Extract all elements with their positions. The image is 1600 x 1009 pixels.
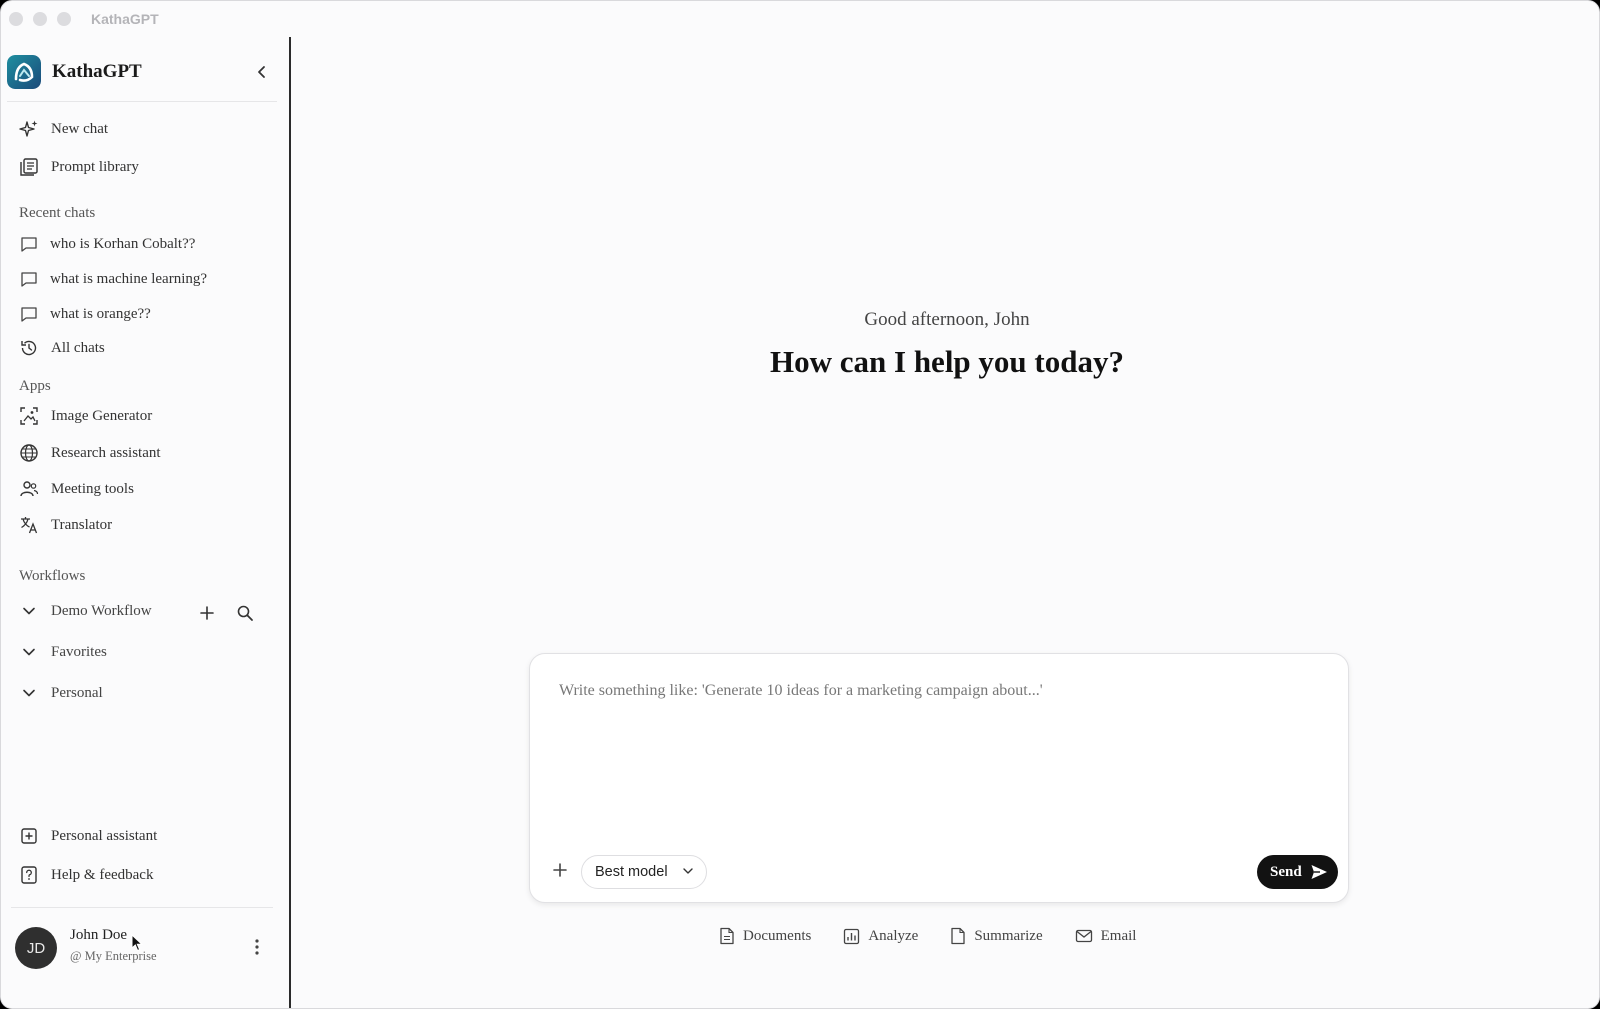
workflow-folder-label: Personal [51,684,103,701]
minimize-window-button[interactable] [33,12,47,26]
personal-assistant-label: Personal assistant [51,827,158,844]
help-icon [19,865,39,885]
chart-icon [843,928,860,945]
app-meeting-tools[interactable]: Meeting tools [19,477,269,501]
send-label: Send [1270,863,1302,880]
chat-bubble-icon [19,234,39,254]
workflow-folder-personal[interactable]: Personal [19,681,269,705]
collapse-sidebar-button[interactable] [251,61,273,83]
recent-chat-item[interactable]: what is machine learning? [19,267,269,291]
main-area: Good afternoon, John How can I help you … [293,37,1599,1008]
avatar: JD [15,927,57,969]
divider [11,907,273,908]
new-chat-label: New chat [51,120,109,137]
model-select-value: Best model [595,864,668,880]
apps-heading: Apps [19,378,51,394]
help-feedback-button[interactable]: Help & feedback [19,863,269,887]
workflow-folder-demo[interactable]: Demo Workflow [19,599,269,623]
document-icon [719,927,735,945]
app-label: Image Generator [51,407,153,424]
all-chats-button[interactable]: All chats [19,336,269,360]
chevron-down-icon [19,683,39,703]
quick-action-label: Documents [743,927,812,944]
send-arrow-icon [1310,863,1328,886]
more-vertical-icon [255,939,259,955]
globe-icon [19,443,39,463]
brand-name: KathaGPT [52,61,142,82]
chevron-down-icon [19,601,39,621]
quick-action-label: Summarize [974,927,1043,944]
composer: Best model Send [529,653,1349,903]
app-image-generator[interactable]: Image Generator [19,404,269,428]
app-translator[interactable]: Translator [19,513,269,537]
send-button[interactable]: Send [1257,855,1338,889]
brand: KathaGPT [7,55,142,89]
app-label: Translator [51,516,113,533]
plus-box-icon [19,826,39,846]
workflow-folder-favorites[interactable]: Favorites [19,640,269,664]
help-feedback-label: Help & feedback [51,866,154,883]
sparkle-icon [19,119,39,139]
user-name: John Doe [70,927,128,943]
chevron-down-icon [19,642,39,662]
workflow-folder-label: Demo Workflow [51,602,152,619]
app-window: KathaGPT KathaGPT New chat Prompt librar… [0,0,1600,1009]
prompt-input[interactable] [559,682,1319,832]
quick-action-label: Email [1100,927,1137,944]
quick-action-documents[interactable]: Documents [719,927,811,945]
library-icon [19,157,39,177]
summary-icon [950,927,966,945]
quick-action-summarize[interactable]: Summarize [950,927,1043,945]
quick-action-analyze[interactable]: Analyze [843,928,918,945]
user-organization: @ My Enterprise [70,949,157,963]
quick-action-email[interactable]: Email [1075,927,1137,945]
recent-chat-item[interactable]: who is Korhan Cobalt?? [19,232,269,256]
recent-chat-label: what is orange?? [50,305,151,322]
window-title: KathaGPT [91,11,159,27]
chat-bubble-icon [19,304,39,324]
recent-chats-heading: Recent chats [19,205,96,221]
mouse-cursor-icon [131,933,144,957]
user-menu-button[interactable] [247,935,267,959]
history-icon [19,338,39,358]
app-label: Research assistant [51,444,161,461]
app-research-assistant[interactable]: Research assistant [19,441,269,465]
user-profile[interactable]: JD John Doe @ My Enterprise [15,925,277,975]
app-logo-icon [7,55,41,89]
page-title: How can I help you today? [770,344,1124,379]
quick-actions: Documents Analyze Summarize Email [719,927,1168,945]
recent-chat-item[interactable]: what is orange?? [19,302,269,326]
greeting-text: Good afternoon, John [864,309,1030,330]
all-chats-label: All chats [51,339,105,356]
personal-assistant-button[interactable]: Personal assistant [19,824,269,848]
chevron-left-icon [258,66,265,78]
image-icon [19,406,39,426]
people-icon [19,479,39,499]
plus-icon [553,863,567,877]
translate-icon [19,515,39,535]
divider [7,101,277,102]
chat-bubble-icon [19,269,39,289]
title-bar: KathaGPT [1,1,1599,37]
workflow-folder-label: Favorites [51,643,107,660]
new-chat-button[interactable]: New chat [19,117,269,141]
zoom-window-button[interactable] [57,12,71,26]
workflows-heading: Workflows [19,568,86,584]
attach-button[interactable] [548,858,572,882]
app-label: Meeting tools [51,480,134,497]
quick-action-label: Analyze [868,927,919,944]
prompt-library-label: Prompt library [51,158,139,175]
recent-chat-label: what is machine learning? [50,270,208,287]
prompt-library-button[interactable]: Prompt library [19,155,269,179]
chevron-down-icon [682,865,694,881]
model-select[interactable]: Best model [581,855,707,889]
sidebar: KathaGPT New chat Prompt library Recent … [1,37,291,1008]
mail-icon [1075,928,1093,944]
close-window-button[interactable] [9,12,23,26]
recent-chat-label: who is Korhan Cobalt?? [50,235,196,252]
